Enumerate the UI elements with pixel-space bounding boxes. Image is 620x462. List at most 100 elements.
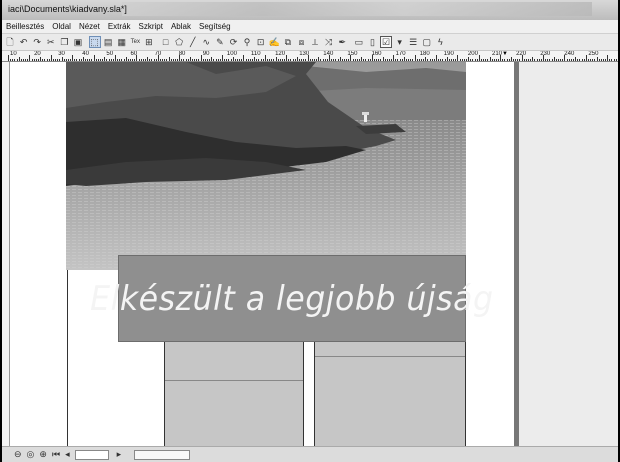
ruler-label: 160	[371, 51, 382, 57]
ruler-tick	[14, 59, 16, 61]
next-page-icon[interactable]: ▸	[117, 449, 122, 460]
ruler-tick	[194, 59, 196, 61]
edit-text-icon[interactable]: ✍	[268, 36, 280, 48]
pdf-combobox-icon[interactable]: ▾	[394, 36, 406, 48]
ruler-tick	[382, 57, 384, 61]
image-frame-photo[interactable]	[66, 62, 466, 270]
scribus-window: iaci\Documents\kiadvany.sla*] Beilleszté…	[2, 0, 618, 462]
edit-content-icon[interactable]: ⊡	[255, 36, 267, 48]
new-icon[interactable]: 🗋	[4, 36, 16, 48]
text-frame-column-2[interactable]	[314, 342, 466, 446]
ruler-tick	[211, 57, 213, 61]
ruler-label: 20	[34, 51, 41, 57]
text-frame-column-1[interactable]	[164, 342, 304, 446]
unlink-frames-icon[interactable]: ⧈	[295, 36, 307, 48]
ruler-tick	[266, 59, 268, 61]
ruler-tick	[596, 57, 598, 61]
text-frame-icon[interactable]: ▤	[102, 36, 114, 48]
ruler-tick	[403, 57, 405, 61]
menu-item-nézet[interactable]: Nézet	[75, 22, 104, 31]
ruler-tick	[395, 59, 397, 61]
ruler-tick	[457, 55, 459, 61]
pdf-pushbutton-icon[interactable]: ▭	[353, 36, 365, 48]
ruler-marker-icon[interactable]: ▼	[502, 51, 508, 57]
ruler-tick	[530, 59, 532, 61]
menu-item-szkript[interactable]: Szkript	[135, 22, 167, 31]
ruler-tick	[241, 59, 243, 61]
ruler-tick	[251, 59, 253, 61]
copy-properties-icon[interactable]: ⤨	[323, 36, 335, 48]
cut-icon[interactable]: ✂	[45, 36, 57, 48]
ruler-tick	[429, 59, 431, 61]
page-right-edge	[514, 62, 519, 446]
menu-item-ablak[interactable]: Ablak	[167, 22, 195, 31]
document-canvas[interactable]: Elkészült a legjobb újság	[10, 62, 618, 446]
ruler-tick	[341, 59, 343, 61]
layer-selector[interactable]	[134, 449, 191, 460]
redo-icon[interactable]: ↷	[31, 36, 43, 48]
ruler-tick	[93, 55, 95, 61]
ruler-tick	[55, 59, 57, 61]
ruler-tick	[339, 57, 341, 61]
pdf-checkbox-icon[interactable]: ☑	[380, 36, 393, 48]
line-icon[interactable]: ╱	[187, 36, 199, 48]
ruler-tick	[63, 59, 65, 61]
zoom-out-icon[interactable]: ⊖	[14, 449, 22, 460]
shape-icon[interactable]: □	[160, 36, 172, 48]
link-frames-icon[interactable]: ⧉	[282, 36, 294, 48]
polygon-icon[interactable]: ⬠	[173, 36, 185, 48]
headline-text-frame[interactable]: Elkészült a legjobb újság	[90, 255, 493, 342]
ruler-tick	[97, 59, 99, 61]
ruler-tick	[480, 59, 482, 61]
ruler-tick	[309, 59, 311, 61]
undo-icon[interactable]: ↶	[18, 36, 30, 48]
copy-icon[interactable]: ❐	[58, 36, 70, 48]
image-frame-icon[interactable]: ▦	[116, 36, 128, 48]
pdf-annotation-icon[interactable]: ▢	[421, 36, 433, 48]
pdf-link-icon[interactable]: ϟ	[434, 36, 446, 48]
menu-item-beillesztés[interactable]: Beillesztés	[2, 22, 48, 31]
ruler-tick	[8, 55, 9, 61]
ruler-tick	[59, 59, 61, 61]
bezier-icon[interactable]: ∿	[200, 36, 212, 48]
rotate-icon[interactable]: ⟳	[228, 36, 240, 48]
zoom-icon[interactable]: ⚲	[241, 36, 253, 48]
paste-icon[interactable]: ▣	[72, 36, 84, 48]
ruler-tick	[294, 59, 296, 61]
zoom-default-icon[interactable]: ◎	[27, 449, 35, 460]
ruler-tick	[376, 59, 378, 61]
select-icon[interactable]: ⬚	[88, 36, 101, 48]
vertical-ruler[interactable]	[2, 62, 10, 446]
horizontal-ruler[interactable]: 10 20 30 40 50 60 70 80 90 100 110 120 130 140 150 160 1…	[2, 51, 618, 62]
ruler-tick	[493, 59, 495, 61]
ruler-tick	[322, 59, 324, 61]
eyedropper-icon[interactable]: ✒	[336, 36, 348, 48]
ruler-label: 120	[275, 51, 286, 57]
ruler-tick	[151, 59, 153, 61]
ruler-tick	[202, 59, 204, 61]
pdf-listbox-icon[interactable]: ☰	[407, 36, 419, 48]
ruler-tick	[337, 59, 339, 61]
zoom-in-icon[interactable]: ⊕	[39, 449, 47, 460]
freehand-icon[interactable]: ✎	[214, 36, 226, 48]
text-annotation-icon[interactable]: Tex	[129, 36, 141, 48]
menu-item-segítség[interactable]: Segítség	[195, 22, 235, 31]
title-bar-background	[122, 2, 592, 16]
measure-icon[interactable]: ⟂	[309, 36, 321, 48]
menu-item-oldal[interactable]: Oldal	[48, 22, 75, 31]
page-number-field[interactable]	[74, 449, 109, 460]
ruler-tick	[320, 59, 322, 61]
ruler-tick	[301, 59, 303, 61]
ruler-tick	[20, 59, 22, 61]
ruler-tick	[284, 59, 286, 61]
table-icon[interactable]: ⊞	[143, 36, 155, 48]
menu-item-extrák[interactable]: Extrák	[104, 22, 135, 31]
ruler-tick	[277, 59, 279, 61]
pdf-textfield-icon[interactable]: ▯	[366, 36, 378, 48]
prev-page-icon[interactable]: ◂	[65, 449, 70, 460]
ruler-tick	[144, 59, 146, 61]
ruler-tick	[46, 59, 48, 61]
ruler-tick	[369, 59, 371, 61]
first-page-icon[interactable]: ⏮	[52, 449, 60, 460]
ruler-tick	[448, 59, 450, 61]
